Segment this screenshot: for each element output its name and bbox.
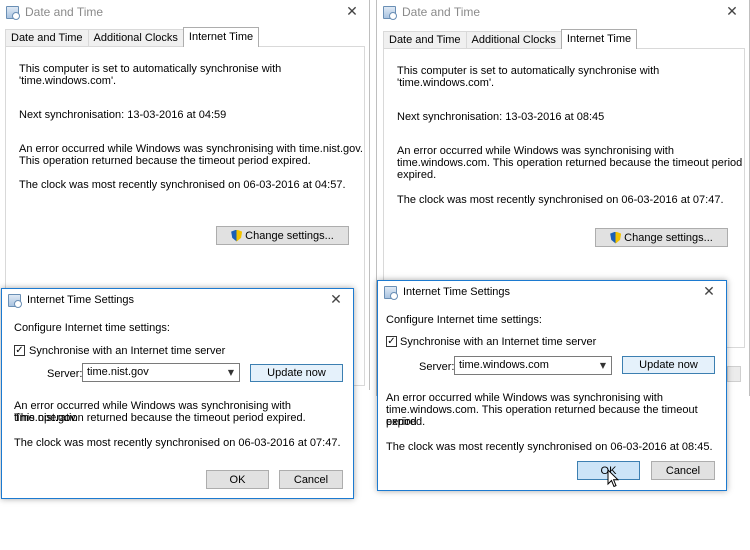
chevron-down-icon[interactable]: ▼ (223, 364, 239, 381)
dialog-last-sync-text: The clock was most recently synchronised… (386, 441, 713, 453)
background-button-edge (727, 366, 741, 382)
dialog-title: Internet Time Settings (403, 286, 510, 298)
update-now-button[interactable]: Update now (250, 364, 343, 382)
internet-time-settings-dialog: Internet Time Settings ✕ Configure Inter… (1, 288, 354, 499)
dialog-error-line1: An error occurred while Windows was sync… (386, 392, 663, 404)
change-settings-label: Change settings... (624, 231, 713, 244)
change-settings-label: Change settings... (245, 229, 334, 242)
window-title: Date and Time (402, 5, 481, 19)
change-settings-button[interactable]: Change settings... (216, 226, 349, 245)
date-time-app-icon (383, 5, 397, 20)
server-label: Server: (419, 361, 455, 373)
sync-checkbox-label[interactable]: Synchronise with an Internet time server (400, 336, 596, 348)
tab-additional-clocks[interactable]: Additional Clocks (87, 29, 184, 47)
tab-date-and-time[interactable]: Date and Time (5, 29, 89, 47)
cancel-button[interactable]: Cancel (651, 461, 715, 480)
tab-date-and-time[interactable]: Date and Time (383, 31, 467, 49)
title-bar: Date and Time ✕ (0, 0, 369, 24)
next-sync-text: Next synchronisation: 13-03-2016 at 04:5… (19, 109, 227, 121)
date-time-app-icon (6, 5, 20, 20)
dialog-close-icon[interactable]: ✕ (700, 283, 718, 301)
next-sync-text: Next synchronisation: 13-03-2016 at 08:4… (397, 111, 605, 123)
dialog-app-icon (384, 285, 398, 300)
sync-checkbox-label[interactable]: Synchronise with an Internet time server (29, 345, 225, 357)
tab-internet-time[interactable]: Internet Time (560, 29, 638, 49)
internet-time-settings-dialog: Internet Time Settings ✕ Configure Inter… (377, 280, 727, 491)
last-sync-text: The clock was most recently synchronised… (397, 194, 724, 206)
close-icon[interactable]: ✕ (723, 3, 741, 21)
sync-checkbox[interactable]: ✓ (14, 345, 25, 356)
dialog-last-sync-text: The clock was most recently synchronised… (14, 437, 341, 449)
server-value: time.windows.com (459, 359, 549, 371)
cancel-button[interactable]: Cancel (279, 470, 343, 489)
uac-shield-icon (231, 229, 243, 242)
dialog-error-line3: expired. (386, 416, 426, 428)
configure-label: Configure Internet time settings: (14, 322, 170, 334)
dialog-error-line2: This operation returned because the time… (14, 412, 306, 424)
error-line3: expired. (397, 169, 437, 181)
update-now-button[interactable]: Update now (622, 356, 715, 374)
last-sync-text: The clock was most recently synchronised… (19, 179, 346, 191)
sync-info-line2: 'time.windows.com'. (19, 75, 117, 87)
dialog-app-icon (8, 293, 22, 308)
dialog-error-line2: time.windows.com. This operation returne… (386, 404, 698, 428)
dialog-title-bar: Internet Time Settings ✕ (378, 281, 726, 303)
change-settings-button[interactable]: Change settings... (595, 228, 728, 247)
tab-additional-clocks[interactable]: Additional Clocks (465, 31, 562, 49)
ok-button[interactable]: OK (206, 470, 269, 489)
title-bar: Date and Time ✕ (377, 0, 749, 24)
mouse-cursor-icon (607, 469, 619, 488)
tab-strip: Date and Time Additional Clocks Internet… (5, 27, 260, 47)
right-screenshot: Date and Time ✕ Date and Time Additional… (376, 0, 750, 500)
server-combobox[interactable]: time.windows.com ▼ (454, 356, 612, 375)
dialog-title: Internet Time Settings (27, 294, 134, 306)
tab-internet-time[interactable]: Internet Time (182, 27, 260, 47)
uac-shield-icon (610, 231, 622, 244)
configure-label: Configure Internet time settings: (386, 314, 542, 326)
left-screenshot: Date and Time ✕ Date and Time Additional… (0, 0, 370, 500)
server-combobox[interactable]: time.nist.gov ▼ (82, 363, 240, 382)
chevron-down-icon[interactable]: ▼ (595, 357, 611, 374)
dialog-close-icon[interactable]: ✕ (327, 291, 345, 309)
dialog-title-bar: Internet Time Settings ✕ (2, 289, 353, 311)
tab-strip: Date and Time Additional Clocks Internet… (383, 29, 638, 49)
close-icon[interactable]: ✕ (343, 3, 361, 21)
sync-info-line2: 'time.windows.com'. (397, 77, 495, 89)
error-line2: time.windows.com. This operation returne… (397, 157, 743, 169)
sync-checkbox[interactable]: ✓ (386, 336, 397, 347)
server-value: time.nist.gov (87, 366, 149, 378)
window-title: Date and Time (25, 5, 104, 19)
server-label: Server: (47, 368, 83, 380)
error-line2: This operation returned because the time… (19, 155, 311, 167)
